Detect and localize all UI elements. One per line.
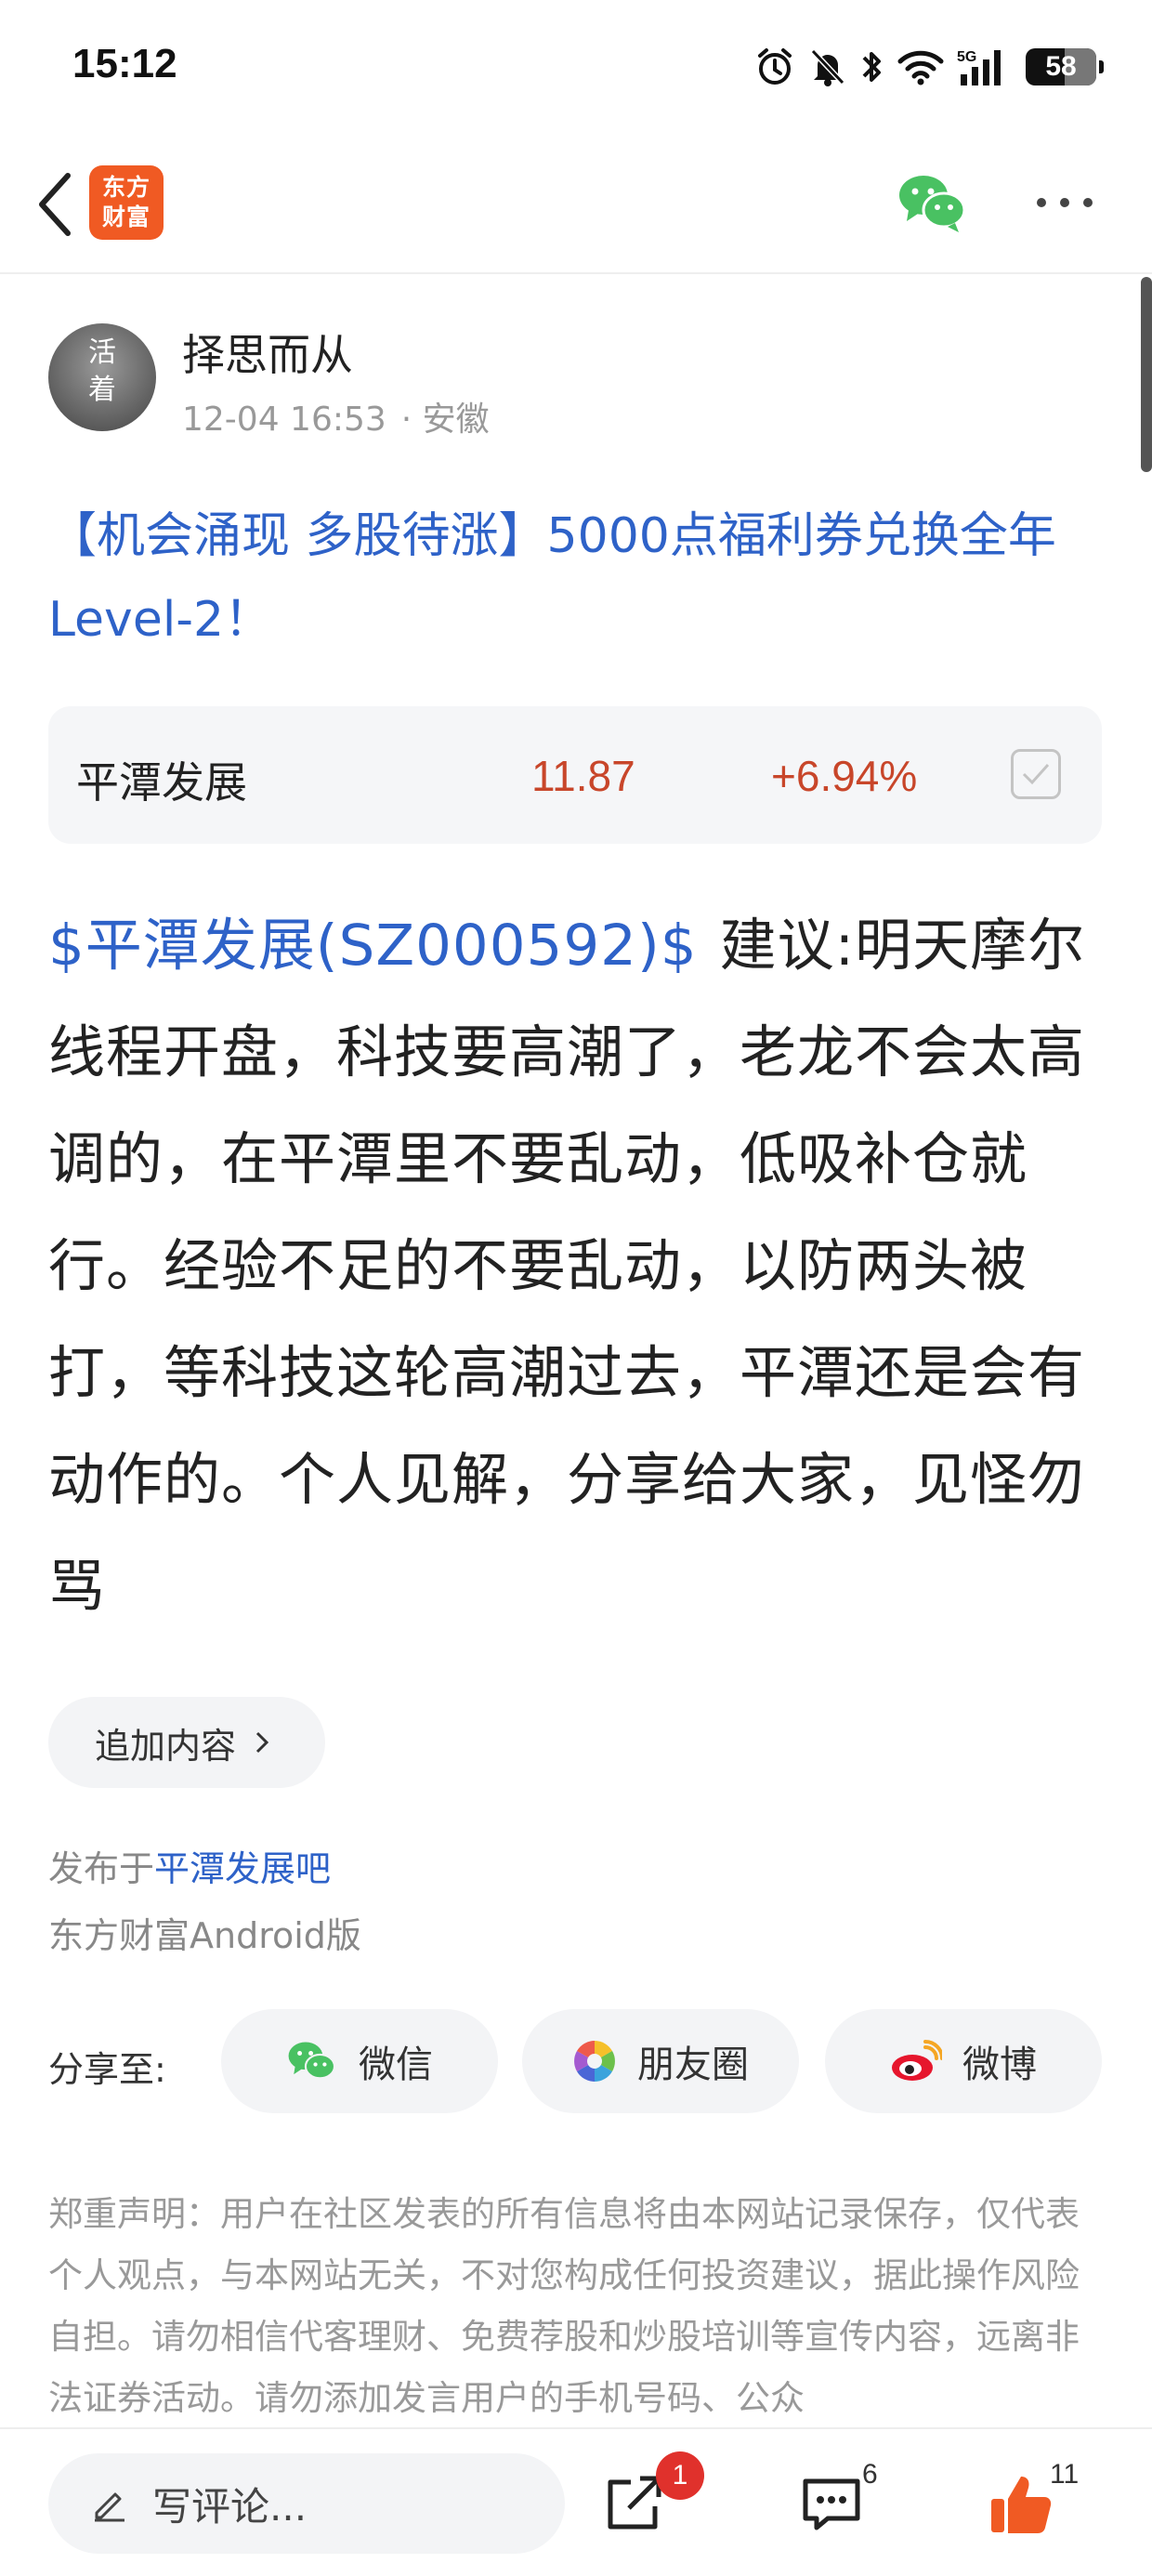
more-dot xyxy=(1037,198,1046,207)
stock-price: 11.87 xyxy=(531,752,635,800)
battery-level: 58 xyxy=(1045,51,1077,82)
avatar-text: 活着 xyxy=(88,336,116,406)
post-body-text: 建议:明天摩尔线程开盘，科技要高潮了，老龙不会太高调的，在平潭里不要乱动，低吸补… xyxy=(48,913,1086,1620)
battery-icon: 58 xyxy=(1026,48,1104,85)
check-icon xyxy=(1022,763,1050,785)
wechat-share-button[interactable] xyxy=(897,171,968,234)
stock-name: 平潭发展 xyxy=(76,757,247,808)
wechat-icon xyxy=(899,176,966,232)
bar-link[interactable]: 平潭发展吧 xyxy=(154,1848,331,1889)
comment-count: 6 xyxy=(862,2459,878,2490)
wechat-icon xyxy=(288,2042,336,2080)
share-wechat-label: 微信 xyxy=(359,2044,433,2086)
bottom-action-bar: 写评论... 1 6 11 xyxy=(0,2427,1152,2576)
share-label: 分享至: xyxy=(48,2049,166,2090)
share-weibo-button[interactable]: 微博 xyxy=(825,2009,1102,2113)
signal-icon: 5G xyxy=(957,46,1013,87)
append-label: 追加内容 xyxy=(95,1725,237,1767)
post-meta: 12-04 16:53 · 安徽 xyxy=(182,392,490,440)
stock-card[interactable]: 平潭发展 11.87 +6.94% xyxy=(48,706,1102,844)
network-label: 5G xyxy=(957,49,976,65)
wifi-icon xyxy=(897,48,944,85)
status-time: 15:12 xyxy=(72,41,177,86)
stock-change: +6.94% xyxy=(771,752,918,800)
comment-placeholder: 写评论... xyxy=(152,2483,308,2530)
stock-mention-link[interactable]: $平潭发展(SZ000592)$ xyxy=(48,913,698,979)
post-date: 12-04 16:53 xyxy=(182,401,386,439)
like-count: 11 xyxy=(1050,2459,1080,2490)
comments-button[interactable] xyxy=(790,2457,873,2550)
status-icons: 5G 58 xyxy=(754,41,1104,93)
alarm-icon xyxy=(754,46,795,87)
pencil-icon xyxy=(95,2492,124,2522)
share-weibo-label: 微博 xyxy=(962,2044,1037,2086)
share-badge: 1 xyxy=(656,2451,704,2500)
author-avatar[interactable]: 活着 xyxy=(48,323,156,431)
share-wechat-button[interactable]: 微信 xyxy=(221,2009,498,2113)
status-bar: 15:12 5G 58 xyxy=(0,0,1152,139)
logo-line-1: 东方 xyxy=(101,174,151,201)
nav-bar: 东方 财富 xyxy=(0,139,1152,274)
logo-line-2: 财富 xyxy=(101,204,151,230)
chevron-right-icon xyxy=(255,1731,269,1754)
comment-bubble-icon xyxy=(803,2478,860,2530)
comment-input[interactable]: 写评论... xyxy=(48,2453,565,2554)
share-moments-label: 朋友圈 xyxy=(637,2044,749,2086)
thumbs-up-icon xyxy=(991,2477,1052,2533)
watchlist-checkbox[interactable] xyxy=(1011,749,1061,799)
scrollbar[interactable] xyxy=(1141,277,1152,472)
publish-line: 发布于平潭发展吧 xyxy=(48,1840,331,1891)
mute-bell-icon xyxy=(808,46,847,87)
back-button[interactable] xyxy=(22,167,87,242)
more-dot xyxy=(1060,198,1069,207)
bluetooth-icon xyxy=(860,46,884,87)
append-content-button[interactable]: 追加内容 xyxy=(48,1697,325,1788)
moments-icon xyxy=(574,2041,615,2082)
more-dot xyxy=(1083,198,1093,207)
publish-prefix: 发布于 xyxy=(48,1848,155,1889)
share-moments-button[interactable]: 朋友圈 xyxy=(522,2009,799,2113)
chevron-left-icon xyxy=(39,173,71,236)
more-options-button[interactable] xyxy=(1031,184,1098,221)
client-info: 东方财富Android版 xyxy=(48,1915,361,1956)
app-logo[interactable]: 东方 财富 xyxy=(89,165,164,240)
post-body: $平潭发展(SZ000592)$ 建议:明天摩尔线程开盘，科技要高潮了，老龙不会太… xyxy=(48,892,1107,1640)
weibo-icon xyxy=(892,2040,942,2081)
post-title[interactable]: 【机会涌现 多股待涨】5000点福利券兑换全年Level-2！ xyxy=(48,494,1107,662)
author-name[interactable]: 择思而从 xyxy=(182,322,353,383)
post-location: · 安徽 xyxy=(400,401,490,439)
disclaimer: 郑重声明：用户在社区发表的所有信息将由本网站记录保存，仅代表个人观点，与本网站无… xyxy=(48,2194,1080,2418)
